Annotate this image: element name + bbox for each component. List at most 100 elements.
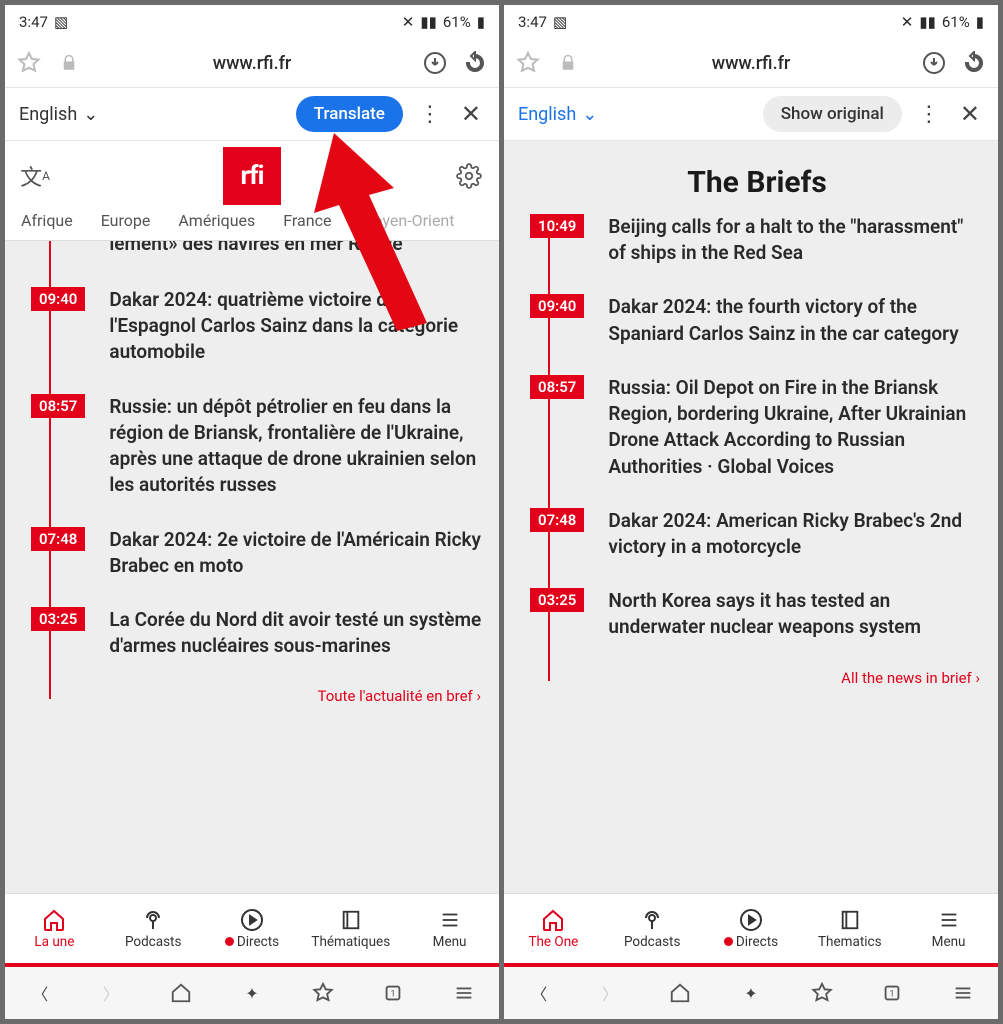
tab-menu[interactable]: Menu [899,894,998,963]
news-item[interactable]: 09:40 Dakar 2024: quatrième victoire de … [51,287,485,366]
language-select[interactable]: English ⌄ [19,104,98,125]
forward-icon[interactable]: 〉 [98,980,124,1006]
url-text[interactable]: www.rfi.fr [95,53,409,74]
podcast-icon [141,908,165,932]
forward-icon[interactable]: 〉 [597,980,623,1006]
language-label: English [19,104,77,125]
star-nav-icon[interactable] [809,980,835,1006]
podcast-icon [640,908,664,932]
wifi-off-icon: ✕ [402,13,415,31]
news-item[interactable]: 03:25 La Corée du Nord dit avoir testé u… [51,607,485,659]
news-headline: Beijing calls for a halt to the "harassm… [608,214,984,266]
news-headline: lement» des navires en mer Rouge [109,241,402,259]
tab-moyen-orient[interactable]: Moyen-Orient [359,211,454,230]
home-icon [541,908,565,932]
home-nav-icon[interactable] [667,980,693,1006]
url-text[interactable]: www.rfi.fr [594,53,908,74]
tab-thematics[interactable]: Thematics [800,894,899,963]
battery-pct: 61% [443,13,471,31]
tab-ameriques[interactable]: Amériques [178,211,255,230]
status-time: 3:47 [19,13,48,31]
tab-thematiques[interactable]: Thématiques [301,894,400,963]
site-category-tabs[interactable]: Afrique Europe Amériques France Moyen-Or… [5,211,499,241]
tab-the-one[interactable]: The One [504,894,603,963]
close-icon[interactable]: ✕ [457,100,485,128]
translate-lang-icon[interactable]: 文A [21,162,49,190]
tab-directs[interactable]: Directs [702,894,801,963]
hamburger-icon [938,908,960,932]
rfi-logo[interactable]: rfi [223,147,281,205]
reload-icon[interactable] [461,49,489,77]
news-item[interactable]: 07:48 Dakar 2024: American Ricky Brabec'… [550,508,984,560]
news-item[interactable]: 00:00 lement» des navires en mer Rouge [51,241,485,259]
site-header: 文A rfi [5,141,499,211]
reload-icon[interactable] [960,49,988,77]
more-options-icon[interactable]: ⋮ [912,102,946,127]
tab-france[interactable]: France [283,211,331,230]
tab-europe[interactable]: Europe [101,211,151,230]
news-headline: Dakar 2024: the fourth victory of the Sp… [608,294,984,346]
gear-icon[interactable] [455,162,483,190]
close-icon[interactable]: ✕ [956,100,984,128]
home-icon [42,908,66,932]
back-icon[interactable]: 〈 [526,980,552,1006]
play-circle-icon [240,908,264,932]
browser-toolbar: www.rfi.fr [504,39,998,87]
news-time: 10:49 [530,214,584,238]
bookmark-star-icon[interactable] [15,49,43,77]
more-news-link[interactable]: Toute l'actualité en bref › [31,687,485,705]
news-item[interactable]: 08:57 Russia: Oil Depot on Fire in the B… [550,375,984,480]
more-news-link[interactable]: All the news in brief › [530,669,984,687]
news-time: 03:25 [31,607,85,631]
show-original-button[interactable]: Show original [763,96,902,132]
status-bar: 3:47 ▧ ✕ ▮▮ 61% ▮ [5,5,499,39]
sparkle-icon[interactable]: ✦ [239,980,265,1006]
download-icon[interactable] [421,49,449,77]
news-time: 08:57 [530,375,584,399]
bookmark-star-icon[interactable] [514,49,542,77]
tab-afrique[interactable]: Afrique [21,211,73,230]
news-time: 09:40 [31,287,85,311]
news-content[interactable]: The Briefs 10:49 Beijing calls for a hal… [504,141,998,893]
news-item[interactable]: 09:40 Dakar 2024: the fourth victory of … [550,294,984,346]
sparkle-icon[interactable]: ✦ [738,980,764,1006]
news-item[interactable]: 03:25 North Korea says it has tested an … [550,588,984,640]
menu-nav-icon[interactable] [451,980,477,1006]
news-headline: North Korea says it has tested an underw… [608,588,984,640]
screenshot-icon: ▧ [54,13,68,31]
svg-text:1: 1 [391,990,396,1000]
tab-directs[interactable]: Directs [203,894,302,963]
battery-icon: ▮ [976,13,984,31]
news-headline: Russia: Oil Depot on Fire in the Briansk… [608,375,984,480]
news-time: 07:48 [31,527,85,551]
play-circle-icon [739,908,763,932]
news-content[interactable]: 00:00 lement» des navires en mer Rouge 0… [5,241,499,893]
language-label: English [518,104,576,125]
home-nav-icon[interactable] [168,980,194,1006]
translate-button[interactable]: Translate [296,96,403,132]
menu-nav-icon[interactable] [950,980,976,1006]
star-nav-icon[interactable] [310,980,336,1006]
tabs-icon[interactable]: 1 [879,980,905,1006]
back-icon[interactable]: 〈 [27,980,53,1006]
news-time: 07:48 [530,508,584,532]
language-select[interactable]: English ⌄ [518,104,597,125]
tab-menu[interactable]: Menu [400,894,499,963]
signal-icon: ▮▮ [420,13,437,31]
screenshot-icon: ▧ [553,13,567,31]
tabs-icon[interactable]: 1 [380,980,406,1006]
news-headline: Russie: un dépôt pétrolier en feu dans l… [109,394,485,499]
browser-toolbar: www.rfi.fr [5,39,499,87]
news-headline: La Corée du Nord dit avoir testé un syst… [109,607,485,659]
news-item[interactable]: 08:57 Russie: un dépôt pétrolier en feu … [51,394,485,499]
news-time: 03:25 [530,588,584,612]
book-icon [839,908,861,932]
tab-la-une[interactable]: La une [5,894,104,963]
news-item[interactable]: 10:49 Beijing calls for a halt to the "h… [550,214,984,266]
download-icon[interactable] [920,49,948,77]
tab-podcasts[interactable]: Podcasts [104,894,203,963]
phone-right: 3:47 ▧ ✕ ▮▮ 61% ▮ www.rfi.fr English ⌄ [504,5,998,1019]
news-item[interactable]: 07:48 Dakar 2024: 2e victoire de l'Améri… [51,527,485,579]
more-options-icon[interactable]: ⋮ [413,102,447,127]
tab-podcasts[interactable]: Podcasts [603,894,702,963]
